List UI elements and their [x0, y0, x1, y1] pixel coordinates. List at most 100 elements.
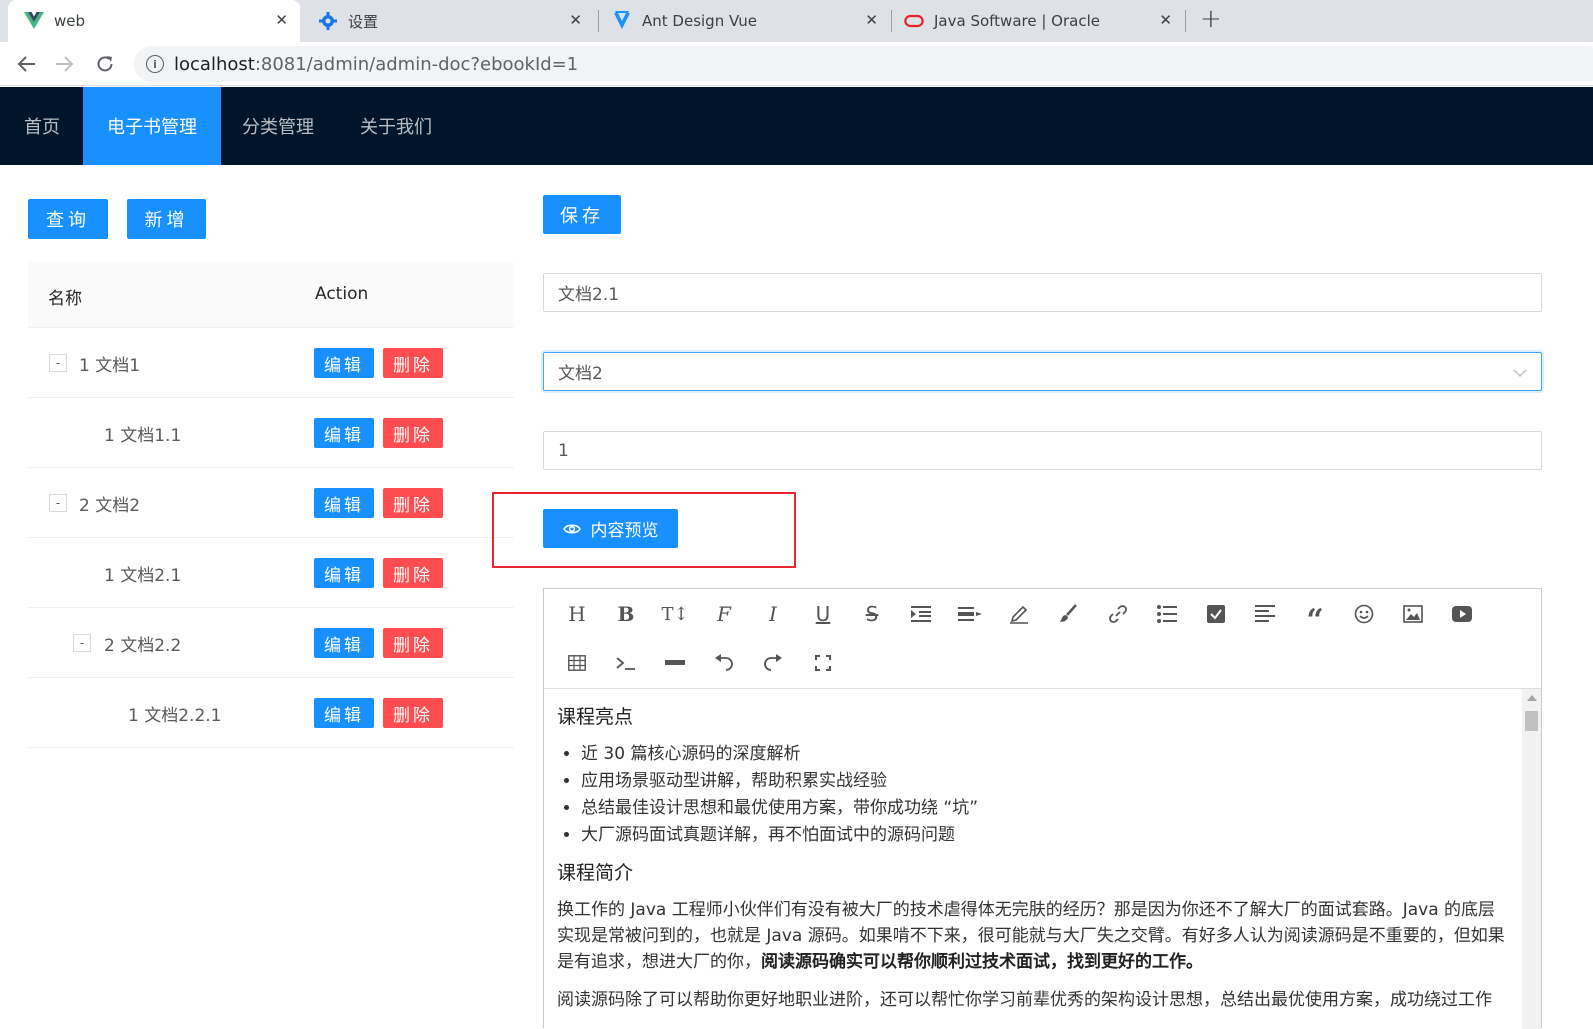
rich-text-editor: H B T↕ F I U S “ 课程亮点 • 近 30 篇核心源码的深度解析 …	[543, 588, 1542, 1029]
italic-icon[interactable]: I	[758, 599, 788, 629]
list-item: 大厂源码面试真题详解，再不怕面试中的源码问题	[581, 822, 1509, 849]
url-text: localhost:8081/admin/admin-doc?ebookId=1	[174, 53, 579, 75]
delete-button[interactable]: 删除	[383, 558, 443, 588]
collapse-toggle[interactable]: -	[73, 634, 91, 652]
content-paragraph: 阅读源码除了可以帮助你更好地职业进阶，还可以帮忙你学习前辈优秀的架构设计思想，总…	[557, 990, 1492, 1010]
gear-icon	[318, 11, 338, 31]
info-icon[interactable]: i	[146, 55, 164, 73]
font-size-icon[interactable]: T↕	[660, 599, 690, 629]
close-icon[interactable]: ✕	[275, 11, 288, 29]
back-color-icon[interactable]	[1053, 599, 1083, 629]
list-item: 总结最佳设计思想和最优使用方案，带你成功绕 “坑”	[581, 795, 1509, 822]
edit-button[interactable]: 编辑	[314, 348, 374, 378]
justify-icon[interactable]	[1250, 599, 1280, 629]
doc-name-value: 文档2.1	[558, 285, 620, 305]
table-row: 1 文档1.1 编辑 删除	[28, 398, 514, 468]
tab-title: 设置	[348, 12, 379, 31]
collapse-toggle[interactable]: -	[49, 354, 67, 372]
line-height-icon[interactable]	[955, 599, 985, 629]
query-button[interactable]: 查询	[28, 199, 108, 239]
editor-toolbar: H B T↕ F I U S “	[544, 589, 1541, 689]
image-icon[interactable]	[1398, 599, 1428, 629]
strikethrough-icon[interactable]: S	[857, 599, 887, 629]
bold-icon[interactable]: B	[611, 599, 641, 629]
content-paragraph: 换工作的 Java 工程师小伙伴们有没有被大厂的技术虐得体无完肤的经历？那是因为…	[557, 900, 1505, 972]
underline-icon[interactable]: U	[808, 599, 838, 629]
row-name: 2 文档2	[79, 496, 141, 516]
table-row: 1 文档2.2.1 编辑 删除	[28, 678, 514, 748]
font-name-icon[interactable]: F	[709, 599, 739, 629]
address-bar[interactable]: i localhost:8081/admin/admin-doc?ebookId…	[134, 46, 1593, 82]
eye-icon	[562, 523, 581, 535]
browser-toolbar: i localhost:8081/admin/admin-doc?ebookId…	[0, 42, 1593, 86]
row-name: 1 文档2.1	[104, 566, 182, 586]
delete-button[interactable]: 删除	[383, 348, 443, 378]
indent-icon[interactable]	[906, 599, 936, 629]
video-icon[interactable]	[1447, 599, 1477, 629]
fullscreen-icon[interactable]	[808, 648, 838, 678]
list-item: 应用场景驱动型讲解，帮助积累实战经验	[581, 768, 1509, 795]
close-icon[interactable]: ✕	[569, 11, 582, 29]
delete-button[interactable]: 删除	[383, 488, 443, 518]
tab-title: Java Software | Oracle	[934, 12, 1100, 30]
forward-arrow-icon[interactable]	[52, 51, 78, 77]
nav-item-about-us[interactable]: 关于我们	[336, 87, 456, 165]
editor-content[interactable]: 课程亮点 近 30 篇核心源码的深度解析 应用场景驱动型讲解，帮助积累实战经验 …	[544, 689, 1522, 1029]
table-header: 名称 Action	[28, 262, 514, 328]
browser-tab-ant-design[interactable]: Ant Design Vue ✕	[598, 0, 890, 42]
quote-icon[interactable]: “	[1300, 599, 1330, 638]
editor-scrollbar[interactable]	[1522, 689, 1541, 1029]
edit-button[interactable]: 编辑	[314, 418, 374, 448]
edit-button[interactable]: 编辑	[314, 628, 374, 658]
fore-color-icon[interactable]	[1004, 599, 1034, 629]
parent-doc-select[interactable]: 文档2	[543, 352, 1542, 391]
nav-item-ebook-management[interactable]: 电子书管理	[83, 87, 221, 165]
link-icon[interactable]	[1103, 599, 1133, 629]
column-header-action: Action	[315, 284, 369, 304]
table-row: - 2 文档2.2 编辑 删除	[28, 608, 514, 678]
nav-item-home[interactable]: 首页	[0, 87, 84, 165]
close-icon[interactable]: ✕	[1159, 11, 1172, 29]
table-row: 1 文档2.1 编辑 删除	[28, 538, 514, 608]
emoticon-icon[interactable]	[1349, 599, 1379, 629]
app-header: 首页 电子书管理 分类管理 关于我们	[0, 87, 1593, 165]
nav-item-category-management[interactable]: 分类管理	[218, 87, 338, 165]
scroll-up-arrow-icon[interactable]	[1527, 695, 1537, 701]
scrollbar-thumb[interactable]	[1525, 711, 1538, 731]
delete-button[interactable]: 删除	[383, 418, 443, 448]
browser-tabstrip: web ✕ 设置 ✕ Ant Design Vue ✕ Java Softwar…	[0, 0, 1593, 42]
edit-button[interactable]: 编辑	[314, 698, 374, 728]
splitline-icon[interactable]	[660, 648, 690, 678]
browser-tab-settings[interactable]: 设置 ✕	[302, 0, 594, 42]
browser-tab-oracle[interactable]: Java Software | Oracle ✕	[892, 0, 1184, 42]
delete-button[interactable]: 删除	[383, 628, 443, 658]
new-tab-button[interactable]: +	[1200, 4, 1222, 34]
ant-design-vue-icon	[612, 11, 632, 31]
header-icon[interactable]: H	[562, 599, 592, 629]
column-header-name: 名称	[48, 289, 82, 309]
oracle-icon	[904, 11, 924, 31]
doc-name-input[interactable]: 文档2.1	[543, 273, 1542, 312]
tab-title: web	[54, 12, 86, 30]
back-arrow-icon[interactable]	[13, 51, 39, 77]
reload-icon[interactable]	[92, 51, 118, 77]
browser-tab-web[interactable]: web ✕	[8, 0, 300, 42]
delete-button[interactable]: 删除	[383, 698, 443, 728]
collapse-toggle[interactable]: -	[49, 494, 67, 512]
edit-button[interactable]: 编辑	[314, 558, 374, 588]
table-row: - 2 文档2 编辑 删除	[28, 468, 514, 538]
redo-icon[interactable]	[758, 648, 788, 678]
sort-input[interactable]: 1	[543, 431, 1542, 470]
edit-button[interactable]: 编辑	[314, 488, 374, 518]
row-name: 2 文档2.2	[104, 636, 182, 656]
code-icon[interactable]	[611, 648, 641, 678]
add-button[interactable]: 新增	[127, 199, 206, 239]
todo-icon[interactable]	[1201, 599, 1231, 629]
save-button[interactable]: 保存	[543, 195, 621, 234]
undo-icon[interactable]	[709, 648, 739, 678]
content-preview-button[interactable]: 内容预览	[543, 509, 678, 548]
list-icon[interactable]	[1152, 599, 1182, 629]
chevron-down-icon	[1513, 365, 1527, 385]
close-icon[interactable]: ✕	[865, 11, 878, 29]
table-icon[interactable]	[562, 648, 592, 678]
